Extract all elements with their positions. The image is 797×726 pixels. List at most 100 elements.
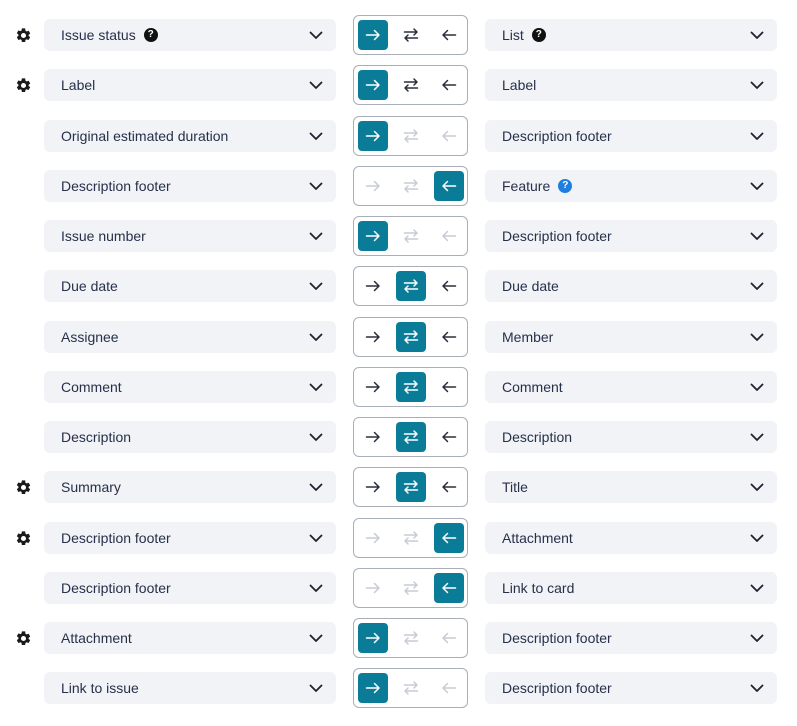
source-field-select[interactable]: Issue number (44, 220, 336, 252)
target-field-label: Comment (502, 379, 563, 395)
source-field-select[interactable]: Original estimated duration (44, 120, 336, 152)
target-field-select[interactable]: Description footer (485, 120, 777, 152)
help-icon[interactable]: ? (531, 28, 546, 42)
arrow-right-icon[interactable] (358, 472, 388, 502)
arrow-right-icon[interactable] (358, 422, 388, 452)
source-field-label: Description (61, 429, 132, 445)
mapping-row: Original estimated duration Description … (0, 116, 797, 156)
help-icon[interactable]: ? (143, 28, 158, 42)
arrow-left-icon[interactable] (434, 322, 464, 352)
target-field-label: Attachment (502, 530, 573, 546)
sync-direction-toggle (353, 15, 468, 55)
arrows-both-icon[interactable] (396, 271, 426, 301)
target-field-select[interactable]: Attachment (485, 522, 777, 554)
source-field-select[interactable]: Summary (44, 471, 336, 503)
arrow-left-icon[interactable] (434, 523, 464, 553)
sync-direction-toggle (353, 568, 468, 608)
arrow-right-icon[interactable] (358, 322, 388, 352)
arrows-both-icon[interactable] (396, 20, 426, 50)
source-field-label: Link to issue (61, 680, 139, 696)
chevron-down-icon (308, 530, 324, 546)
source-field-label: Summary (61, 479, 121, 495)
target-field-select[interactable]: List ? (485, 19, 777, 51)
arrow-right-icon[interactable] (358, 673, 388, 703)
gear-icon[interactable] (14, 76, 32, 94)
gear-icon[interactable] (14, 478, 32, 496)
sync-direction-toggle (353, 467, 468, 507)
target-field-select[interactable]: Due date (485, 270, 777, 302)
source-field-select[interactable]: Description (44, 421, 336, 453)
mapping-row: Due date Due date (0, 266, 797, 306)
source-field-label: Due date (61, 278, 118, 294)
source-field-select[interactable]: Description footer (44, 170, 336, 202)
target-field-select[interactable]: Description footer (485, 622, 777, 654)
arrows-both-icon (396, 523, 426, 553)
arrow-right-icon[interactable] (358, 221, 388, 251)
chevron-down-icon (308, 278, 324, 294)
arrows-both-icon (396, 171, 426, 201)
arrows-both-icon[interactable] (396, 372, 426, 402)
source-field-label: Comment (61, 379, 122, 395)
arrows-both-icon[interactable] (396, 472, 426, 502)
arrow-left-icon[interactable] (434, 271, 464, 301)
arrow-right-icon[interactable] (358, 70, 388, 100)
target-field-select[interactable]: Description footer (485, 220, 777, 252)
arrow-left-icon[interactable] (434, 20, 464, 50)
source-field-select[interactable]: Description footer (44, 522, 336, 554)
arrow-left-icon[interactable] (434, 372, 464, 402)
chevron-down-icon (749, 479, 765, 495)
arrows-both-icon[interactable] (396, 70, 426, 100)
gear-icon[interactable] (14, 26, 32, 44)
arrow-left-icon[interactable] (434, 422, 464, 452)
chevron-down-icon (749, 27, 765, 43)
chevron-down-icon (308, 429, 324, 445)
gear-icon[interactable] (14, 629, 32, 647)
arrow-left-icon (434, 673, 464, 703)
mapping-row: Description footer Link to card (0, 568, 797, 608)
arrow-right-icon[interactable] (358, 271, 388, 301)
target-field-select[interactable]: Comment (485, 371, 777, 403)
mapping-row: Assignee Member (0, 317, 797, 357)
source-field-select[interactable]: Assignee (44, 321, 336, 353)
chevron-down-icon (308, 27, 324, 43)
gear-icon[interactable] (14, 529, 32, 547)
target-field-label: Description footer (502, 128, 612, 144)
arrow-right-icon[interactable] (358, 623, 388, 653)
arrow-left-icon[interactable] (434, 171, 464, 201)
target-field-select[interactable]: Member (485, 321, 777, 353)
target-field-select[interactable]: Title (485, 471, 777, 503)
target-field-select[interactable]: Feature ? (485, 170, 777, 202)
source-field-select[interactable]: Comment (44, 371, 336, 403)
arrows-both-icon (396, 221, 426, 251)
arrows-both-icon[interactable] (396, 422, 426, 452)
mapping-row: Description footer Attachment (0, 518, 797, 558)
chevron-down-icon (308, 228, 324, 244)
source-field-select[interactable]: Due date (44, 270, 336, 302)
chevron-down-icon (749, 128, 765, 144)
source-field-select[interactable]: Link to issue (44, 672, 336, 704)
arrow-left-icon[interactable] (434, 70, 464, 100)
source-field-label: Attachment (61, 630, 132, 646)
arrow-right-icon[interactable] (358, 372, 388, 402)
source-field-select[interactable]: Attachment (44, 622, 336, 654)
chevron-down-icon (308, 479, 324, 495)
sync-direction-toggle (353, 618, 468, 658)
arrow-right-icon[interactable] (358, 121, 388, 151)
target-field-select[interactable]: Label (485, 69, 777, 101)
target-field-select[interactable]: Link to card (485, 572, 777, 604)
source-field-select[interactable]: Issue status ? (44, 19, 336, 51)
sync-direction-toggle (353, 65, 468, 105)
target-field-select[interactable]: Description (485, 421, 777, 453)
help-icon[interactable]: ? (558, 179, 573, 193)
arrows-both-icon[interactable] (396, 322, 426, 352)
arrow-left-icon[interactable] (434, 472, 464, 502)
arrow-right-icon[interactable] (358, 20, 388, 50)
source-field-select[interactable]: Label (44, 69, 336, 101)
target-field-select[interactable]: Description footer (485, 672, 777, 704)
target-field-label: Description footer (502, 680, 612, 696)
arrow-left-icon[interactable] (434, 573, 464, 603)
source-field-select[interactable]: Description footer (44, 572, 336, 604)
source-field-label: Original estimated duration (61, 128, 229, 144)
source-field-label: Label (61, 77, 96, 93)
target-field-label: Description footer (502, 630, 612, 646)
